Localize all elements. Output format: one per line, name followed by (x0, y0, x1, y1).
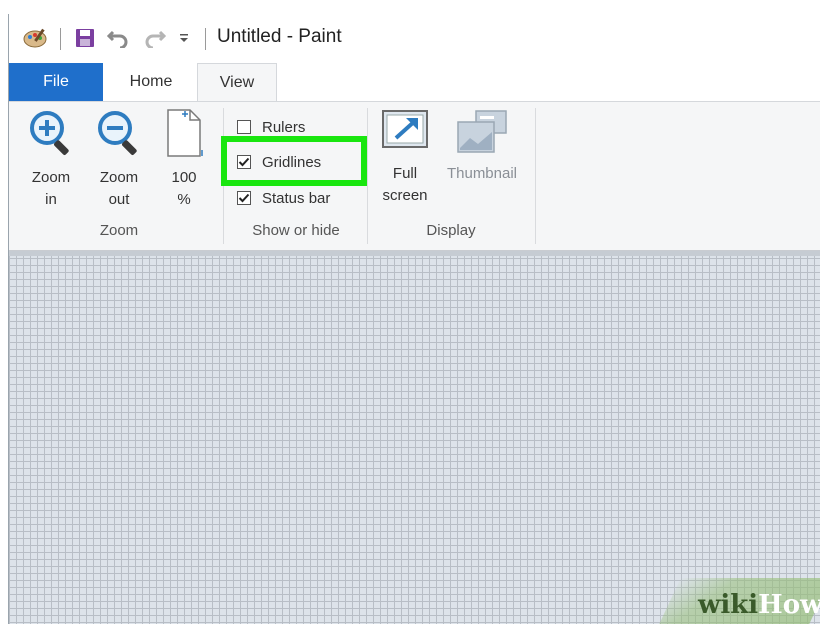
zoom-in-button[interactable]: Zoom in (23, 106, 79, 211)
thumbnail-label: Thumbnail (446, 165, 518, 182)
zoom-in-label-2: in (45, 191, 57, 208)
show-or-hide-group-label: Show or hide (252, 222, 340, 239)
thumbnail-button[interactable]: Thumbnail (439, 108, 525, 185)
customize-dropdown-icon[interactable] (175, 25, 193, 51)
rulers-checkbox-box[interactable] (237, 120, 251, 134)
separator (60, 28, 61, 50)
tab-view[interactable]: View (197, 63, 277, 101)
full-screen-icon (380, 110, 430, 160)
undo-icon[interactable] (105, 25, 131, 51)
zoom-100-label-2: % (177, 191, 191, 208)
full-screen-label-2: screen (382, 187, 428, 204)
zoom-out-button[interactable]: Zoom out (91, 106, 147, 211)
full-screen-label-1: Full (392, 165, 418, 182)
paint-window: Untitled - Paint File Home View Zoom in (8, 14, 820, 624)
separator (205, 28, 206, 50)
rulers-label: Rulers (262, 118, 306, 136)
rulers-checkbox[interactable]: Rulers (237, 116, 305, 138)
display-group-label: Display (426, 222, 476, 239)
status-bar-label: Status bar (262, 189, 331, 207)
wikihow-watermark: wikiHow (698, 590, 820, 620)
page-100-icon (162, 109, 206, 164)
canvas-top-edge (9, 251, 820, 256)
save-icon[interactable] (72, 25, 98, 51)
tab-home[interactable]: Home (105, 63, 197, 101)
status-bar-checkbox[interactable]: Status bar (237, 187, 330, 209)
zoom-100-label-1: 100 (171, 169, 197, 186)
tab-file[interactable]: File (9, 63, 103, 101)
thumbnail-icon (454, 110, 510, 160)
zoom-in-icon (25, 111, 77, 164)
ribbon: Zoom in Zoom out 100 % Zoom Rulers Gridl… (9, 101, 820, 251)
window-title: Untitled - Paint (217, 26, 342, 47)
drawing-canvas[interactable] (9, 251, 820, 624)
watermark-wiki: wiki (698, 590, 759, 620)
group-separator (535, 108, 536, 244)
redo-icon[interactable] (142, 25, 168, 51)
status-bar-checkbox-box[interactable] (237, 191, 251, 205)
zoom-out-label-2: out (108, 191, 130, 208)
watermark-how: How (758, 590, 820, 620)
zoom-100-button[interactable]: 100 % (159, 106, 209, 211)
zoom-in-label-1: Zoom (31, 169, 71, 186)
zoom-out-label-1: Zoom (99, 169, 139, 186)
zoom-out-icon (93, 111, 145, 164)
paint-app-icon[interactable] (19, 25, 51, 51)
ribbon-tabs: File Home View (9, 63, 820, 101)
title-bar: Untitled - Paint (9, 14, 820, 63)
checkmark-icon (238, 193, 250, 203)
zoom-group-label: Zoom (99, 222, 139, 239)
gridlines-highlight-box (221, 136, 367, 186)
group-separator (367, 108, 368, 244)
full-screen-button[interactable]: Full screen (373, 108, 437, 207)
